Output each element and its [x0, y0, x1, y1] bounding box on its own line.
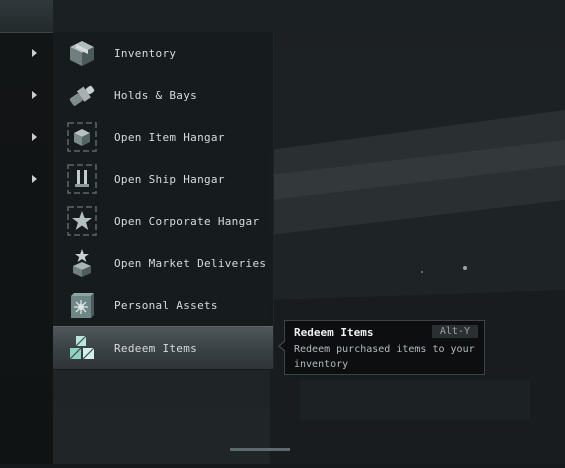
inventory-icon — [66, 37, 98, 69]
menu-item-open-market-deliveries[interactable]: Open Market Deliveries — [53, 242, 273, 284]
menu-item-open-item-hangar[interactable]: Open Item Hangar — [53, 116, 273, 158]
menu-item-open-ship-hangar[interactable]: Open Ship Hangar — [53, 158, 273, 200]
item-hangar-icon — [66, 121, 98, 153]
menu-item-holds-bays[interactable]: Holds & Bays — [53, 74, 273, 116]
tooltip-description: Redeem purchased items to your inventory — [294, 344, 475, 370]
menu-item-label: Redeem Items — [114, 341, 198, 355]
redeem-items-icon — [66, 332, 98, 364]
tooltip-shortcut-badge: Alt-Y — [431, 325, 478, 338]
ship-hangar-icon — [66, 163, 98, 195]
menu-item-open-corporate-hangar[interactable]: Open Corporate Hangar — [53, 200, 273, 242]
menu-item-label: Open Market Deliveries — [114, 256, 267, 270]
ship-hangar-submenu-arrow-icon[interactable] — [32, 175, 37, 183]
neocom-top-button[interactable] — [0, 0, 53, 33]
inventory-menu: Inventory Holds & Bays Open Item Hangar — [53, 32, 274, 370]
redeem-items-tooltip: Redeem Items Alt-Y Redeem purchased item… — [278, 320, 485, 375]
tooltip-title: Redeem Items — [294, 326, 374, 339]
left-rail — [0, 0, 53, 464]
menu-item-inventory[interactable]: Inventory — [53, 32, 273, 74]
holds-bays-icon — [66, 79, 98, 111]
menu-item-label: Holds & Bays — [114, 88, 198, 102]
menu-item-redeem-items[interactable]: Redeem Items — [53, 326, 273, 369]
menu-item-personal-assets[interactable]: Personal Assets — [53, 284, 273, 326]
item-hangar-submenu-arrow-icon[interactable] — [32, 133, 37, 141]
menu-item-label: Open Corporate Hangar — [114, 214, 260, 228]
holds-bays-submenu-arrow-icon[interactable] — [32, 91, 37, 99]
menu-item-label: Open Item Hangar — [114, 130, 225, 144]
personal-assets-icon — [66, 289, 98, 321]
corporate-hangar-icon — [66, 205, 98, 237]
inventory-submenu-arrow-icon[interactable] — [32, 49, 37, 57]
menu-item-label: Inventory — [114, 46, 177, 60]
menu-item-label: Open Ship Hangar — [114, 172, 225, 186]
market-deliveries-icon — [66, 247, 98, 279]
menu-item-label: Personal Assets — [114, 298, 218, 312]
